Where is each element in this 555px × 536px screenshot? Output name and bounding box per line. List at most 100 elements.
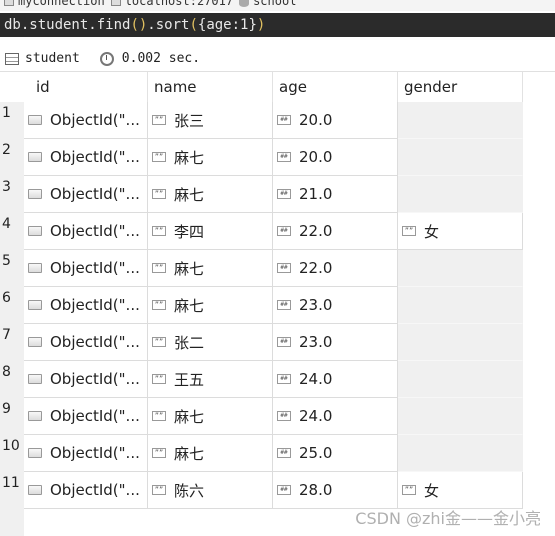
table-row[interactable]: 5 ObjectId("... ”” 麻七 ## 22.0 bbox=[0, 250, 523, 287]
number-type-icon: ## bbox=[277, 152, 291, 162]
cell-id[interactable]: ObjectId("... bbox=[24, 102, 148, 139]
table-row[interactable]: 4 ObjectId("... ”” 李四 ## 22.0 ”” 女 bbox=[0, 213, 523, 250]
cell-id[interactable]: ObjectId("... bbox=[24, 324, 148, 361]
cell-age-value: 21.0 bbox=[299, 185, 333, 203]
cell-gender[interactable] bbox=[398, 250, 523, 287]
cell-gender[interactable] bbox=[398, 361, 523, 398]
cell-gender[interactable] bbox=[398, 102, 523, 139]
cell-name[interactable]: ”” 李四 bbox=[148, 213, 273, 250]
cell-id[interactable]: ObjectId("... bbox=[24, 361, 148, 398]
cell-gender[interactable] bbox=[398, 324, 523, 361]
cell-id[interactable]: ObjectId("... bbox=[24, 139, 148, 176]
cell-id[interactable]: ObjectId("... bbox=[24, 472, 148, 509]
cell-gender[interactable] bbox=[398, 287, 523, 324]
row-number[interactable]: 8 bbox=[0, 361, 24, 398]
cell-id[interactable]: ObjectId("... bbox=[24, 250, 148, 287]
cell-id-value: ObjectId("... bbox=[50, 185, 140, 203]
cell-name[interactable]: ”” 麻七 bbox=[148, 398, 273, 435]
string-type-icon: ”” bbox=[152, 226, 166, 236]
cell-age[interactable]: ## 28.0 bbox=[273, 472, 398, 509]
cell-age-value: 22.0 bbox=[299, 259, 333, 277]
column-header-gender[interactable]: gender bbox=[398, 72, 523, 102]
corner-cell bbox=[0, 72, 24, 102]
cell-name-value: 张三 bbox=[174, 111, 205, 130]
number-type-icon: ## bbox=[277, 337, 291, 347]
table-row[interactable]: 11 ObjectId("... ”” 陈六 ## 28.0 ”” 女 bbox=[0, 472, 523, 509]
string-type-icon: ”” bbox=[152, 485, 166, 495]
number-type-icon: ## bbox=[277, 485, 291, 495]
cell-age[interactable]: ## 23.0 bbox=[273, 324, 398, 361]
query-editor[interactable]: db.student.find().sort({age:1}) bbox=[0, 13, 555, 37]
cell-id[interactable]: ObjectId("... bbox=[24, 398, 148, 435]
row-number[interactable]: 9 bbox=[0, 398, 24, 435]
cell-age-value: 24.0 bbox=[299, 407, 333, 425]
cell-name-value: 麻七 bbox=[174, 148, 205, 167]
cell-age[interactable]: ## 20.0 bbox=[273, 102, 398, 139]
cell-gender[interactable] bbox=[398, 139, 523, 176]
row-number[interactable]: 7 bbox=[0, 324, 24, 361]
cell-age[interactable]: ## 21.0 bbox=[273, 176, 398, 213]
cell-name[interactable]: ”” 王五 bbox=[148, 361, 273, 398]
cell-name[interactable]: ”” 张二 bbox=[148, 324, 273, 361]
cell-age[interactable]: ## 24.0 bbox=[273, 361, 398, 398]
cell-age-value: 23.0 bbox=[299, 333, 333, 351]
cell-id[interactable]: ObjectId("... bbox=[24, 435, 148, 472]
column-header-name[interactable]: name bbox=[148, 72, 273, 102]
cell-id[interactable]: ObjectId("... bbox=[24, 287, 148, 324]
row-number[interactable]: 4 bbox=[0, 213, 24, 250]
cell-name-value: 麻七 bbox=[174, 444, 205, 463]
database-item[interactable]: school bbox=[239, 0, 296, 8]
row-number[interactable]: 10 bbox=[0, 435, 24, 472]
cell-gender[interactable] bbox=[398, 398, 523, 435]
cell-age[interactable]: ## 23.0 bbox=[273, 287, 398, 324]
column-header-id[interactable]: id bbox=[24, 72, 148, 102]
row-number[interactable]: 1 bbox=[0, 102, 24, 139]
cell-name[interactable]: ”” 陈六 bbox=[148, 472, 273, 509]
column-header-age[interactable]: age bbox=[273, 72, 398, 102]
row-number[interactable]: 6 bbox=[0, 287, 24, 324]
cell-id[interactable]: ObjectId("... bbox=[24, 213, 148, 250]
cell-name[interactable]: ”” 张三 bbox=[148, 102, 273, 139]
cell-name[interactable]: ”” 麻七 bbox=[148, 139, 273, 176]
cell-name[interactable]: ”” 麻七 bbox=[148, 250, 273, 287]
cell-age-value: 20.0 bbox=[299, 111, 333, 129]
cell-name-value: 麻七 bbox=[174, 185, 205, 204]
connection-item[interactable]: myconnection bbox=[4, 0, 105, 8]
cell-age[interactable]: ## 20.0 bbox=[273, 139, 398, 176]
row-number[interactable]: 2 bbox=[0, 139, 24, 176]
row-number[interactable]: 11 bbox=[0, 472, 24, 509]
table-row[interactable]: 8 ObjectId("... ”” 王五 ## 24.0 bbox=[0, 361, 523, 398]
cell-name[interactable]: ”” 麻七 bbox=[148, 435, 273, 472]
cell-age[interactable]: ## 22.0 bbox=[273, 213, 398, 250]
cell-age[interactable]: ## 24.0 bbox=[273, 398, 398, 435]
table-row[interactable]: 1 ObjectId("... ”” 张三 ## 20.0 bbox=[0, 102, 523, 139]
cell-id-value: ObjectId("... bbox=[50, 333, 140, 351]
cell-age-value: 25.0 bbox=[299, 444, 333, 462]
table-row[interactable]: 10 ObjectId("... ”” 麻七 ## 25.0 bbox=[0, 435, 523, 472]
clock-icon bbox=[99, 51, 114, 66]
cell-name[interactable]: ”” 麻七 bbox=[148, 176, 273, 213]
cell-name[interactable]: ”” 麻七 bbox=[148, 287, 273, 324]
cell-gender[interactable]: ”” 女 bbox=[398, 472, 523, 509]
objectid-icon bbox=[28, 411, 42, 421]
cell-gender[interactable] bbox=[398, 176, 523, 213]
cell-gender[interactable]: ”” 女 bbox=[398, 213, 523, 250]
cell-age[interactable]: ## 25.0 bbox=[273, 435, 398, 472]
objectid-icon bbox=[28, 152, 42, 162]
host-item[interactable]: localhost:27017 bbox=[110, 0, 233, 8]
cell-name-value: 张二 bbox=[174, 333, 205, 352]
objectid-icon bbox=[28, 485, 42, 495]
table-row[interactable]: 3 ObjectId("... ”” 麻七 ## 21.0 bbox=[0, 176, 523, 213]
table-row[interactable]: 6 ObjectId("... ”” 麻七 ## 23.0 bbox=[0, 287, 523, 324]
cell-age-value: 22.0 bbox=[299, 222, 333, 240]
table-row[interactable]: 7 ObjectId("... ”” 张二 ## 23.0 bbox=[0, 324, 523, 361]
string-type-icon: ”” bbox=[402, 485, 416, 495]
cell-id[interactable]: ObjectId("... bbox=[24, 176, 148, 213]
cell-age[interactable]: ## 22.0 bbox=[273, 250, 398, 287]
cell-id-value: ObjectId("... bbox=[50, 296, 140, 314]
table-row[interactable]: 9 ObjectId("... ”” 麻七 ## 24.0 bbox=[0, 398, 523, 435]
cell-gender[interactable] bbox=[398, 435, 523, 472]
row-number[interactable]: 3 bbox=[0, 176, 24, 213]
row-number[interactable]: 5 bbox=[0, 250, 24, 287]
table-row[interactable]: 2 ObjectId("... ”” 麻七 ## 20.0 bbox=[0, 139, 523, 176]
